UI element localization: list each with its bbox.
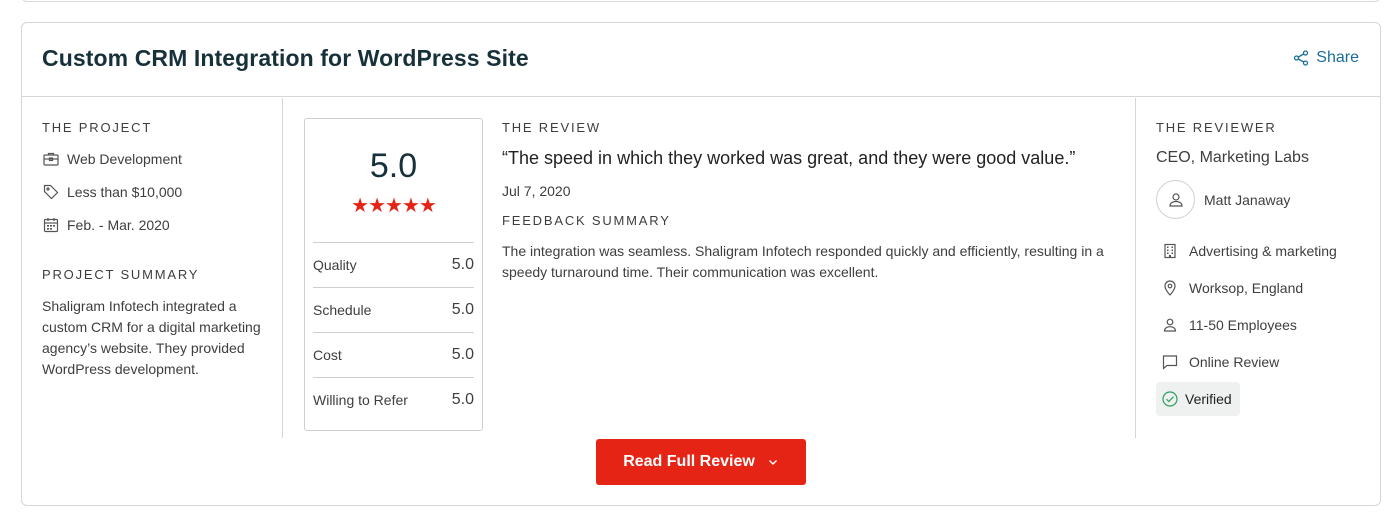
reviewer-title: CEO, Marketing Labs: [1156, 149, 1309, 166]
review-card: Custom CRM Integration for WordPress Sit…: [21, 22, 1381, 506]
column-divider: [1135, 98, 1136, 438]
check-circle-icon: [1162, 391, 1178, 407]
review-quote: “The speed in which they worked was grea…: [502, 148, 1076, 168]
project-budget: Less than $10,000: [42, 183, 272, 201]
briefcase-icon: [43, 152, 59, 166]
project-service: Web Development: [42, 150, 272, 168]
calendar-icon: [43, 218, 59, 233]
location-pin-icon: [1164, 280, 1176, 296]
project-dates-text: Feb. - Mar. 2020: [67, 217, 170, 233]
previous-review-card: [21, 0, 1381, 2]
reviewer-details: Advertising & marketing Worksop, England…: [1156, 240, 1366, 416]
review-column: THE REVIEW “The speed in which they work…: [502, 120, 1122, 283]
rating-value: 5.0: [451, 346, 474, 363]
project-summary-label: PROJECT SUMMARY: [42, 267, 200, 282]
reviewer-name: Matt Janaway: [1204, 191, 1291, 208]
reviewer-company-size: 11-50 Employees: [1156, 314, 1366, 336]
review-title: Custom CRM Integration for WordPress Sit…: [42, 45, 529, 71]
rating-value: 5.0: [451, 301, 474, 318]
user-icon: [1168, 192, 1183, 207]
rating-label: Willing to Refer: [313, 392, 408, 408]
feedback-summary-label: FEEDBACK SUMMARY: [502, 213, 671, 228]
verified-label: Verified: [1185, 391, 1232, 407]
rating-box: 5.0 ★★★★★ Quality 5.0 Schedule 5.0 Cost 5.0 Wi…: [304, 118, 483, 431]
reviewer-location: Worksop, England: [1156, 277, 1366, 299]
building-icon: [1164, 243, 1176, 259]
rating-label: Schedule: [313, 302, 372, 318]
reviewer-size-text: 11-50 Employees: [1189, 317, 1297, 333]
read-full-review-button[interactable]: Read Full Review: [596, 439, 806, 485]
rating-row: Willing to Refer 5.0: [313, 377, 474, 422]
project-budget-text: Less than $10,000: [67, 184, 183, 200]
user-icon: [1163, 318, 1177, 332]
share-icon: [1294, 50, 1309, 66]
star-rating: ★★★★★: [351, 195, 437, 217]
tag-icon: [43, 184, 59, 200]
rating-value: 5.0: [451, 391, 474, 408]
reviewer-location-text: Worksop, England: [1189, 280, 1304, 296]
rating-row: Schedule 5.0: [313, 287, 474, 332]
rating-label: Cost: [313, 347, 342, 363]
rating-label: Quality: [313, 257, 357, 273]
review-section-label: THE REVIEW: [502, 120, 601, 135]
overall-rating: 5.0: [369, 147, 418, 185]
reviewer-industry-text: Advertising & marketing: [1189, 243, 1337, 259]
project-service-text: Web Development: [67, 151, 182, 167]
reviewer-section-label: THE REVIEWER: [1156, 120, 1277, 135]
reviewer-review-type: Online Review: [1156, 351, 1366, 373]
card-header: Custom CRM Integration for WordPress Sit…: [22, 23, 1380, 97]
reviewer-review-type-text: Online Review: [1189, 354, 1280, 370]
project-dates: Feb. - Mar. 2020: [42, 216, 272, 234]
review-date: Jul 7, 2020: [502, 183, 571, 199]
share-label: Share: [1316, 49, 1359, 66]
read-full-review-label: Read Full Review: [623, 453, 755, 470]
feedback-summary: The integration was seamless. Shaligram …: [502, 243, 1104, 280]
reviewer-person: Matt Janaway: [1156, 180, 1366, 219]
avatar: [1156, 180, 1195, 219]
reviewer-industry: Advertising & marketing: [1156, 240, 1366, 262]
reviewer-column: THE REVIEWER CEO, Marketing Labs Matt Ja…: [1156, 120, 1366, 416]
rating-value: 5.0: [451, 256, 474, 273]
project-summary: Shaligram Infotech integrated a custom C…: [42, 298, 261, 377]
rating-breakdown: Quality 5.0 Schedule 5.0 Cost 5.0 Willing to R…: [313, 242, 474, 422]
verified-badge: Verified: [1156, 382, 1240, 416]
column-divider: [282, 98, 283, 438]
rating-row: Cost 5.0: [313, 332, 474, 377]
chevron-down-icon: [768, 460, 777, 465]
share-button[interactable]: Share: [1293, 49, 1359, 67]
project-column: THE PROJECT Web Development Less than $1…: [42, 120, 272, 380]
project-section-label: THE PROJECT: [42, 120, 153, 135]
chat-bubble-icon: [1162, 355, 1178, 370]
rating-row: Quality 5.0: [313, 242, 474, 287]
